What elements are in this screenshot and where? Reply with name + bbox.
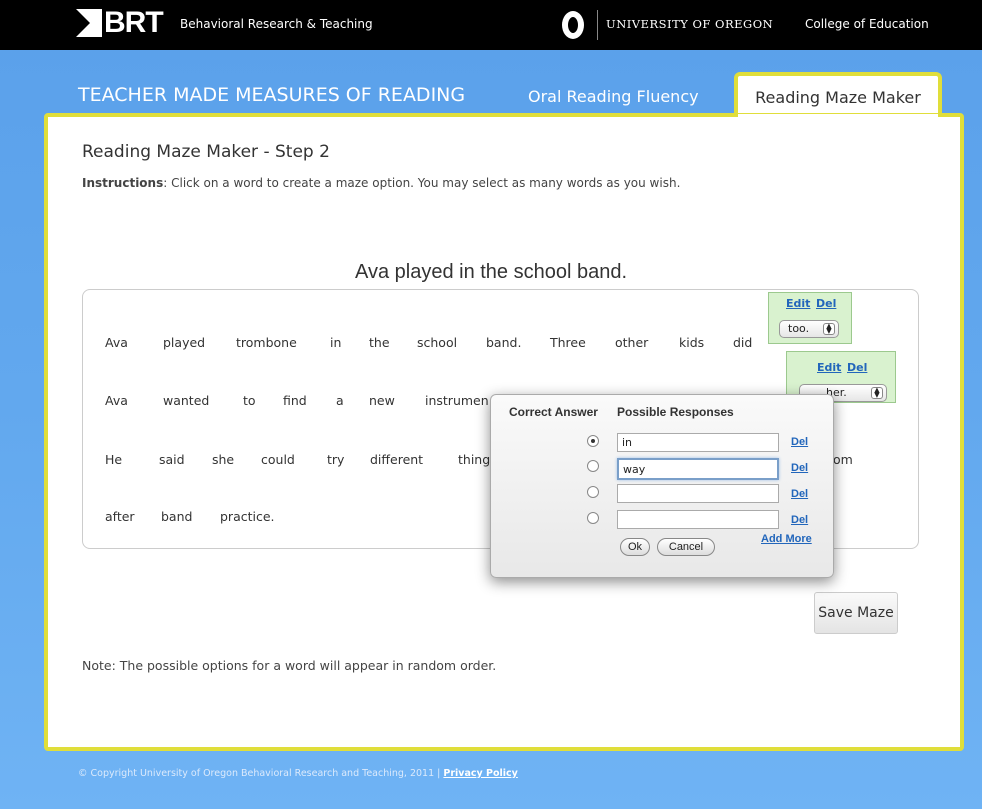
- page-title: Reading Maze Maker - Step 2: [82, 142, 330, 162]
- word[interactable]: new: [369, 393, 395, 408]
- word[interactable]: after: [105, 509, 135, 524]
- word[interactable]: could: [261, 452, 295, 467]
- instructions: Instructions: Click on a word to create …: [82, 176, 680, 190]
- word[interactable]: to: [243, 393, 256, 408]
- save-maze-button[interactable]: Save Maze: [814, 592, 898, 634]
- word[interactable]: om: [833, 452, 853, 467]
- university-link[interactable]: UNIVERSITY OF OREGON: [606, 17, 773, 31]
- maze-del-link[interactable]: Del: [847, 361, 867, 374]
- word[interactable]: Ava: [105, 335, 128, 350]
- correct-answer-radio[interactable]: [587, 460, 599, 472]
- word[interactable]: did: [733, 335, 752, 350]
- word[interactable]: He: [105, 452, 122, 467]
- maze-edit-link[interactable]: Edit: [817, 361, 841, 374]
- random-order-note: Note: The possible options for a word wi…: [82, 658, 497, 673]
- word[interactable]: try: [327, 452, 344, 467]
- sentence-title: Ava played in the school band.: [354, 261, 628, 283]
- brt-logo[interactable]: BRT: [76, 6, 164, 39]
- select-arrows-icon: ▲ ▼: [823, 323, 835, 335]
- college-link[interactable]: College of Education: [805, 17, 929, 31]
- response-del-link[interactable]: Del: [791, 488, 808, 500]
- correct-answer-radio[interactable]: [587, 486, 599, 498]
- ok-button[interactable]: Ok: [620, 538, 650, 556]
- word[interactable]: kids: [679, 335, 704, 350]
- word[interactable]: trombone: [236, 335, 297, 350]
- word[interactable]: band.: [486, 335, 521, 350]
- maze-select[interactable]: too. ▲ ▼: [779, 320, 839, 338]
- response-input[interactable]: [617, 433, 779, 452]
- instructions-text: : Click on a word to create a maze optio…: [163, 176, 681, 190]
- word[interactable]: the: [369, 335, 390, 350]
- copyright-text: © Copyright University of Oregon Behavio…: [78, 768, 444, 779]
- header-divider: [597, 10, 598, 40]
- response-input[interactable]: [617, 484, 779, 503]
- oregon-o-logo-icon[interactable]: [562, 11, 584, 39]
- brt-subtitle[interactable]: Behavioral Research & Teaching: [180, 17, 373, 31]
- response-del-link[interactable]: Del: [791, 514, 808, 526]
- word[interactable]: different: [370, 452, 423, 467]
- tab-connector: [738, 114, 938, 124]
- response-input[interactable]: [617, 458, 779, 480]
- maze-options-dialog: Correct Answer Possible Responses Del De…: [490, 394, 834, 578]
- response-input[interactable]: [617, 510, 779, 529]
- word[interactable]: she: [212, 452, 234, 467]
- add-more-link[interactable]: Add More: [761, 533, 812, 545]
- word[interactable]: said: [159, 452, 185, 467]
- word[interactable]: wanted: [163, 393, 209, 408]
- word[interactable]: band: [161, 509, 192, 524]
- word[interactable]: thing: [458, 452, 490, 467]
- maze-edit-link[interactable]: Edit: [786, 297, 810, 310]
- word[interactable]: Three: [550, 335, 586, 350]
- word[interactable]: Ava: [105, 393, 128, 408]
- maze-option-box: Edit Del too. ▲ ▼: [768, 292, 852, 344]
- brt-logo-text: BRT: [104, 6, 164, 39]
- correct-answer-radio[interactable]: [587, 435, 599, 447]
- response-del-link[interactable]: Del: [791, 462, 808, 474]
- possible-responses-header: Possible Responses: [617, 405, 734, 419]
- word[interactable]: find: [283, 393, 307, 408]
- word[interactable]: played: [163, 335, 205, 350]
- word[interactable]: other: [615, 335, 648, 350]
- word[interactable]: practice.: [220, 509, 275, 524]
- privacy-policy-link[interactable]: Privacy Policy: [443, 768, 517, 779]
- word[interactable]: a: [336, 393, 344, 408]
- word[interactable]: instrumen: [425, 393, 489, 408]
- correct-answer-header: Correct Answer: [509, 405, 598, 419]
- cancel-button[interactable]: Cancel: [657, 538, 715, 556]
- brt-logo-mark-icon: [76, 9, 102, 37]
- site-title[interactable]: TEACHER MADE MEASURES OF READING: [78, 84, 465, 106]
- word[interactable]: school: [417, 335, 457, 350]
- response-del-link[interactable]: Del: [791, 436, 808, 448]
- word[interactable]: in: [330, 335, 341, 350]
- instructions-label: Instructions: [82, 176, 164, 190]
- footer: © Copyright University of Oregon Behavio…: [78, 768, 518, 779]
- maze-select-value: too.: [788, 322, 810, 335]
- top-header-bar: BRT Behavioral Research & Teaching UNIVE…: [0, 0, 982, 50]
- select-arrows-icon: ▲ ▼: [871, 387, 883, 399]
- maze-del-link[interactable]: Del: [816, 297, 836, 310]
- correct-answer-radio[interactable]: [587, 512, 599, 524]
- tab-oral-reading-fluency[interactable]: Oral Reading Fluency: [528, 87, 699, 106]
